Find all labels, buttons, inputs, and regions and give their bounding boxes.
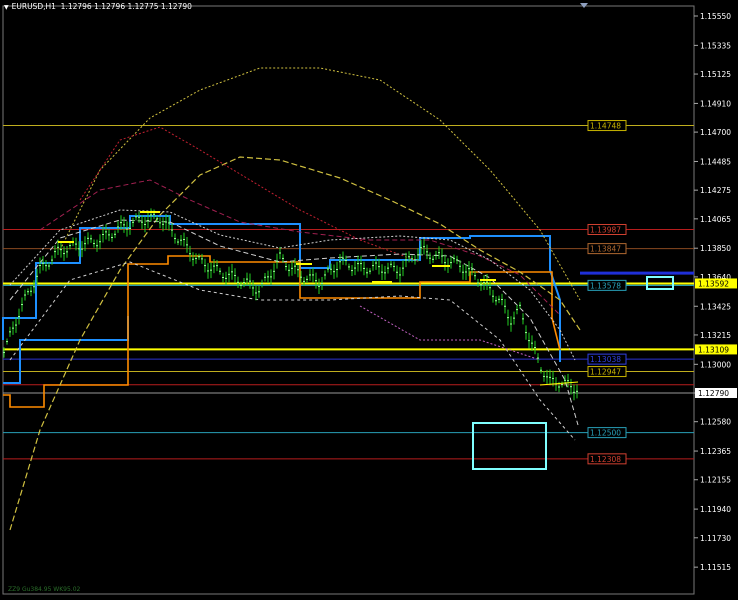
axis-highlight-price-2: 1.13109 bbox=[698, 345, 729, 354]
price-chart-canvas[interactable]: 1.15550 1.15335 1.15125 1.14910 1.14700 1.144… bbox=[0, 0, 738, 600]
chart-header: ▼ EURUSD,H1 1.12796 1.12796 1.12775 1.127… bbox=[4, 2, 192, 11]
level-price-label: 1.13987 bbox=[590, 225, 621, 234]
symbol-timeframe: EURUSD,H1 bbox=[11, 2, 56, 11]
axis-highlight-price: 1.13592 bbox=[698, 279, 729, 288]
price-axis-label: 1.11730 bbox=[700, 534, 731, 543]
price-axis-label: 1.13425 bbox=[700, 302, 731, 311]
yellow-dashed-curve bbox=[9, 156, 581, 531]
level-price-label: 1.12308 bbox=[590, 455, 621, 464]
level-price-label: 1.13038 bbox=[590, 355, 621, 364]
price-axis-label: 1.14910 bbox=[700, 99, 731, 108]
purple-dotted-curve bbox=[359, 305, 541, 361]
level-price-label: 1.13578 bbox=[590, 281, 621, 290]
price-axis-label: 1.13850 bbox=[700, 244, 731, 253]
price-axis-label: 1.12580 bbox=[700, 418, 731, 427]
price-axis-label: 1.15125 bbox=[700, 70, 731, 79]
price-axis-label: 1.14065 bbox=[700, 215, 731, 224]
axis-current-price: 1.12790 bbox=[698, 389, 729, 398]
price-axis-label: 1.14700 bbox=[700, 128, 731, 137]
price-axis-label: 1.12365 bbox=[700, 447, 731, 456]
level-price-label: 1.12500 bbox=[590, 429, 621, 438]
price-axis-label: 1.13000 bbox=[700, 360, 731, 369]
ohlc-values: 1.12796 1.12796 1.12775 1.12790 bbox=[60, 2, 192, 11]
price-axis-label: 1.15550 bbox=[700, 12, 731, 21]
price-axis-label: 1.13215 bbox=[700, 331, 731, 340]
yellow-dotted-curve bbox=[59, 67, 581, 301]
indicator-footer-text: ZZ9 Gu384.95 WK95.02 bbox=[8, 586, 81, 593]
level-price-label: 1.14748 bbox=[590, 122, 621, 131]
price-axis-label: 1.14485 bbox=[700, 157, 731, 166]
price-axis-label: 1.15335 bbox=[700, 41, 731, 50]
price-axis-label: 1.14275 bbox=[700, 186, 731, 195]
cyan-target-box bbox=[472, 422, 547, 470]
chart-window[interactable]: 1.15550 1.15335 1.15125 1.14910 1.14700 1.144… bbox=[0, 0, 738, 600]
price-axis-label: 1.11940 bbox=[700, 505, 731, 514]
level-price-label: 1.13847 bbox=[590, 245, 621, 254]
white-dashed-curve bbox=[9, 219, 579, 426]
level-price-label: 1.12947 bbox=[590, 368, 621, 377]
plot-frame bbox=[2, 5, 695, 595]
dropdown-triangle-icon[interactable]: ▼ bbox=[4, 4, 9, 11]
price-axis-label: 1.11515 bbox=[700, 563, 731, 572]
price-axis-label: 1.12155 bbox=[700, 476, 731, 485]
